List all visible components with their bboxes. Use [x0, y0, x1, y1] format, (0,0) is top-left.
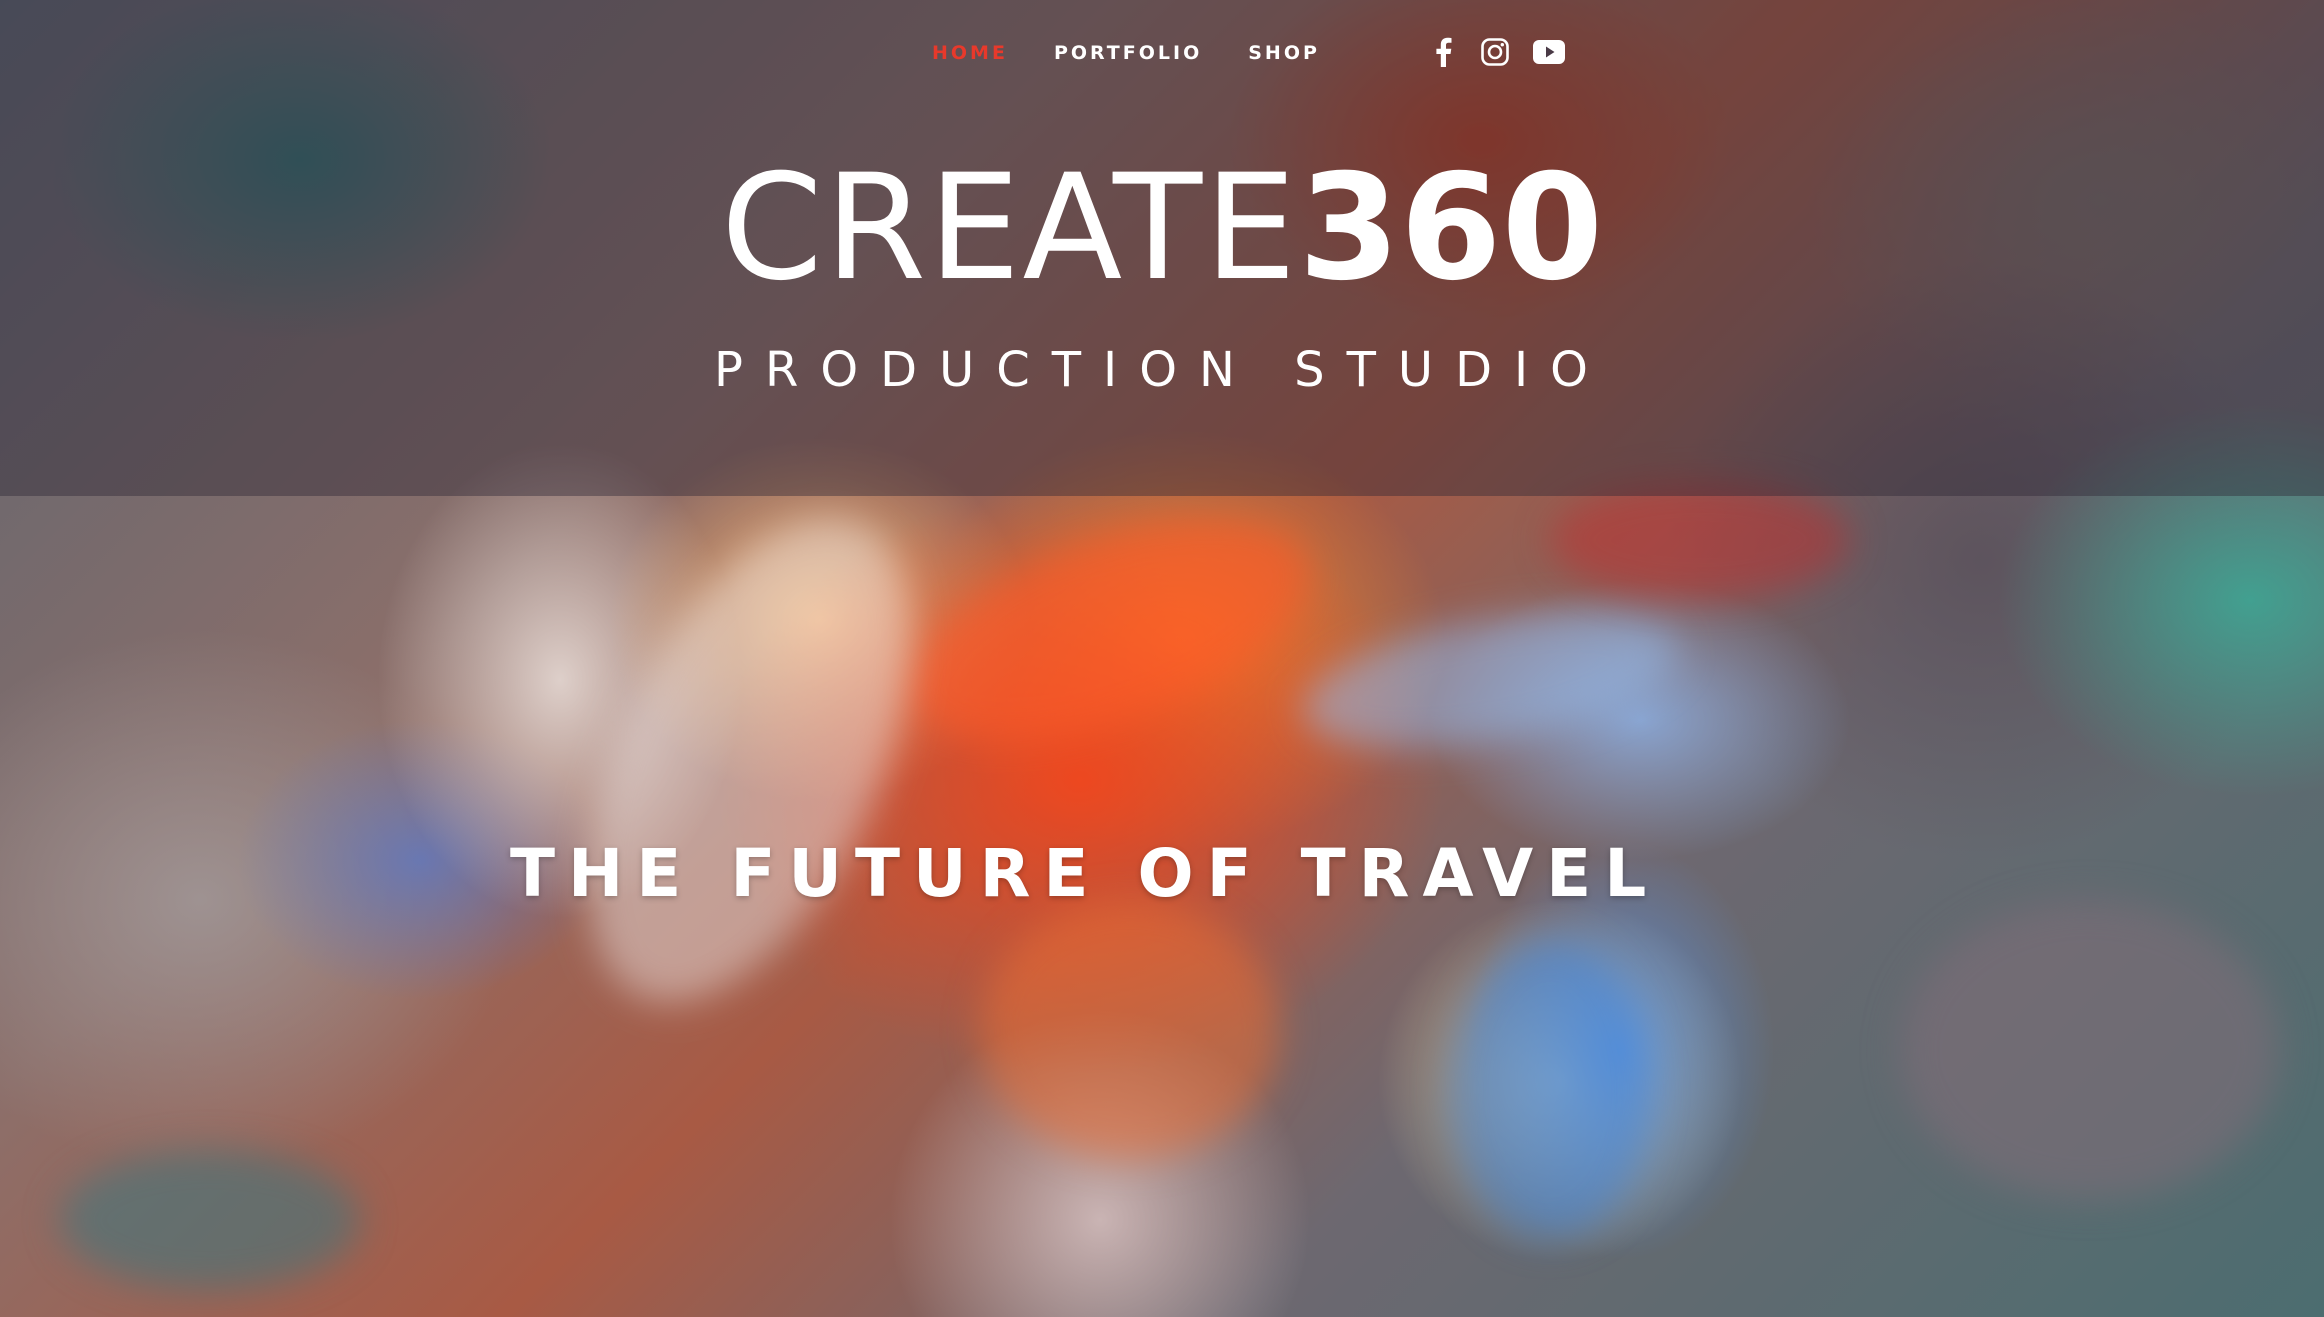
social-links: [1428, 37, 1566, 67]
instagram-icon[interactable]: [1480, 37, 1510, 67]
brand-name-light: CREATE: [720, 143, 1299, 313]
brand-logo: CREATE360: [0, 148, 2324, 308]
youtube-icon[interactable]: [1532, 37, 1566, 67]
facebook-icon[interactable]: [1428, 37, 1458, 67]
main-nav: HOME PORTFOLIO SHOP: [932, 38, 1320, 68]
brand-tagline: PRODUCTION STUDIO: [714, 342, 1610, 398]
nav-item-shop[interactable]: SHOP: [1248, 38, 1320, 68]
nav-item-portfolio[interactable]: PORTFOLIO: [1054, 38, 1202, 68]
nav-item-home[interactable]: HOME: [932, 38, 1008, 68]
brand-name-bold: 360: [1298, 143, 1604, 313]
hero-headline: THE FUTURE OF TRAVEL: [510, 835, 1660, 912]
